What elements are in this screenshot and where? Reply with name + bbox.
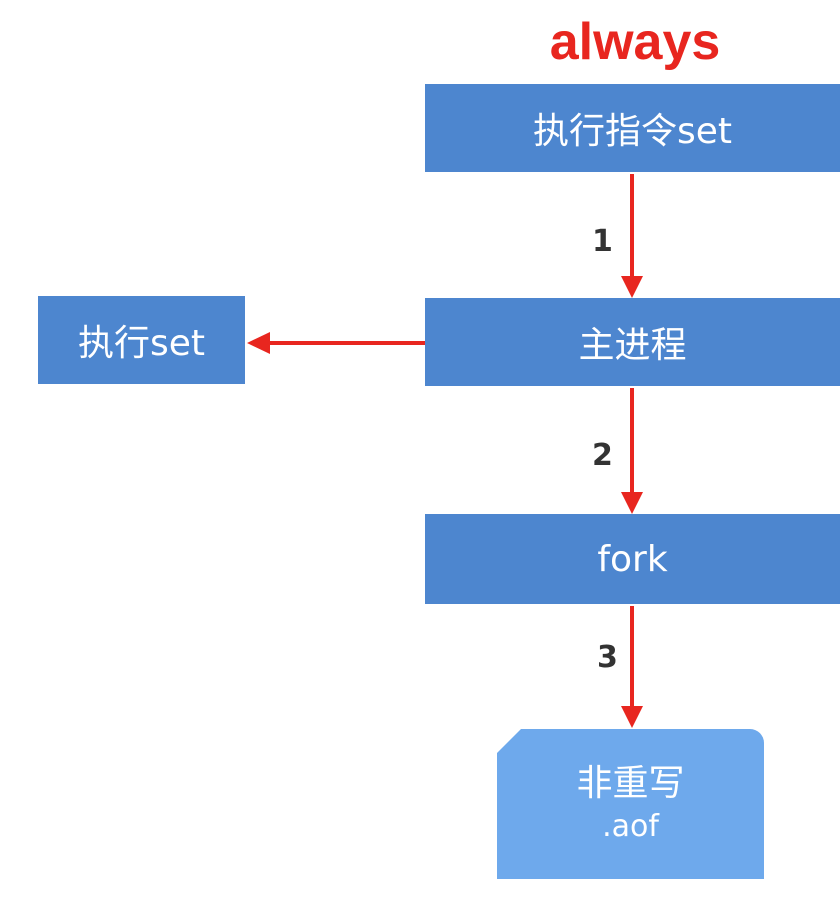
step-label-3: 3	[597, 640, 618, 675]
main-process-label: 主进程	[578, 325, 687, 366]
execute-command-set-label: 执行指令set	[532, 111, 733, 152]
fork-box: fork	[425, 514, 840, 604]
aof-file-extension: .aof	[602, 809, 659, 844]
fork-label: fork	[597, 538, 668, 580]
execute-command-set-box: 执行指令set	[425, 84, 840, 172]
aof-file-node: 非重写 .aof	[497, 729, 764, 879]
arrow-main-to-fork	[621, 388, 643, 514]
step-label-1: 1	[592, 224, 613, 259]
aof-file-title: 非重写	[576, 763, 685, 804]
arrow-fork-to-file	[621, 606, 643, 728]
execute-set-label: 执行set	[77, 323, 206, 364]
step-label-2: 2	[592, 438, 613, 473]
main-process-box: 主进程	[425, 298, 840, 386]
execute-set-box: 执行set	[38, 296, 245, 384]
arrow-cmd-to-main	[621, 174, 643, 298]
arrow-main-to-exec	[247, 332, 425, 354]
diagram-title: always	[549, 13, 721, 71]
